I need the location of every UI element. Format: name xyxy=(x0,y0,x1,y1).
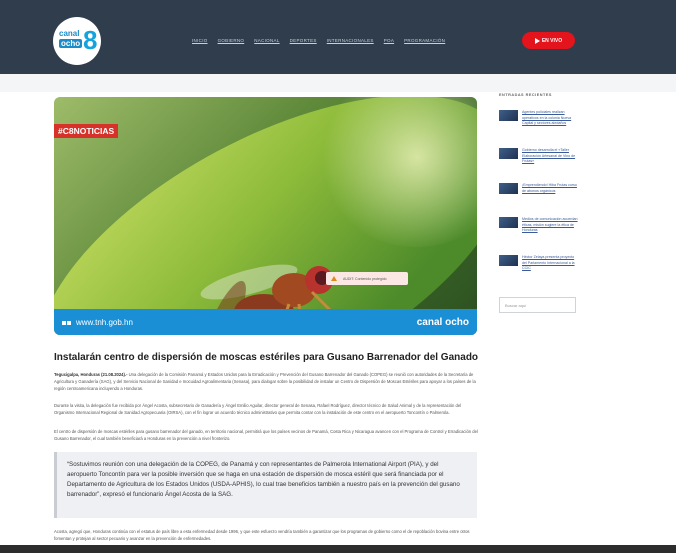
nav-item-deportes[interactable]: DEPORTES xyxy=(290,38,317,43)
news-tag: #C8NOTICIAS xyxy=(54,124,119,138)
recent-post-thumbnail[interactable] xyxy=(499,110,518,121)
recent-posts-title: ENTRADAS RECIENTES xyxy=(499,93,552,97)
recent-post-thumbnail[interactable] xyxy=(499,183,518,194)
recent-post-link[interactable]: Agentes policiales realizan operativos e… xyxy=(522,110,579,127)
live-button[interactable]: EN VIVO xyxy=(522,32,575,49)
article-quote: “Sostuvimos reunión con una delegación d… xyxy=(54,452,477,518)
recent-post[interactable]: Gobierno desarrolla el «Taller Elaboraci… xyxy=(499,148,579,165)
search-input[interactable]: Buscar aquí xyxy=(499,297,576,313)
image-brand: canal ocho xyxy=(416,316,469,328)
nav-item-internacionales[interactable]: INTERNACIONALES xyxy=(327,38,374,43)
article-title: Instalarán centro de dispersión de mosca… xyxy=(54,352,479,363)
bottom-bar xyxy=(0,545,676,553)
recent-post-link[interactable]: ¡Emprendiendo! Hiba Frutas curso de abon… xyxy=(522,183,579,194)
image-footer-bar: www.tnh.gob.hn canal ocho xyxy=(54,309,477,335)
recent-post[interactable]: Héctor Zelaya presenta proyecto del Parl… xyxy=(499,255,579,272)
image-url-text: www.tnh.gob.hn xyxy=(76,317,133,327)
image-url: www.tnh.gob.hn xyxy=(62,318,133,327)
protected-content-alert: AUDIT: Contenido protegido xyxy=(326,272,408,285)
nav-item-programacion[interactable]: PROGRAMACIÓN xyxy=(404,38,445,43)
recent-post-link[interactable]: Héctor Zelaya presenta proyecto del Parl… xyxy=(522,255,579,272)
logo-digit: 8 xyxy=(83,25,98,55)
article-dateline: Tegucigalpa, Honduras (21.08.2024).- xyxy=(54,372,128,377)
article-paragraph-2: Durante la visita, la delegación fue rec… xyxy=(54,403,462,415)
recent-post-thumbnail[interactable] xyxy=(499,217,518,228)
featured-image: #C8NOTICIAS AUDIT: Contenido protegido w… xyxy=(54,97,477,335)
logo-line-ocho: ocho xyxy=(59,39,83,48)
article-paragraph-1: Tegucigalpa, Honduras (21.08.2024).- Una… xyxy=(54,372,478,392)
live-label: EN VIVO xyxy=(541,37,563,44)
article-paragraph-4: Acosta, agregó que, Honduras continúa co… xyxy=(54,529,470,541)
top-strip xyxy=(0,74,676,92)
grid-icon xyxy=(62,318,72,327)
recent-post[interactable]: ¡Emprendiendo! Hiba Frutas curso de abon… xyxy=(499,183,579,194)
nav-item-inicio[interactable]: INICIO xyxy=(192,38,208,43)
main-nav: INICIO GOBIERNO NACIONAL DEPORTES INTERN… xyxy=(192,38,445,43)
site-header: canal ocho 8 INICIO GOBIERNO NACIONAL DE… xyxy=(0,0,676,74)
article-paragraph-3: El centro de dispersión de moscas estéri… xyxy=(54,429,478,441)
recent-post-thumbnail[interactable] xyxy=(499,255,518,266)
canal-ocho-logo[interactable]: canal ocho 8 xyxy=(53,17,101,65)
recent-post-link[interactable]: Gobierno desarrolla el «Taller Elaboraci… xyxy=(522,148,579,165)
logo-line-canal: canal xyxy=(59,29,80,38)
alert-text: AUDIT: Contenido protegido xyxy=(343,276,387,281)
nav-item-nacional[interactable]: NACIONAL xyxy=(254,38,279,43)
recent-post[interactable]: Agentes policiales realizan operativos e… xyxy=(499,110,579,127)
nav-item-poa[interactable]: POA xyxy=(384,38,394,43)
recent-post-link[interactable]: Medios de comunicación acuerdan éticas, … xyxy=(522,217,579,234)
play-icon xyxy=(534,37,540,44)
recent-post[interactable]: Medios de comunicación acuerdan éticas, … xyxy=(499,217,579,234)
nav-item-gobierno[interactable]: GOBIERNO xyxy=(218,38,245,43)
warning-icon xyxy=(331,276,337,281)
recent-post-thumbnail[interactable] xyxy=(499,148,518,159)
